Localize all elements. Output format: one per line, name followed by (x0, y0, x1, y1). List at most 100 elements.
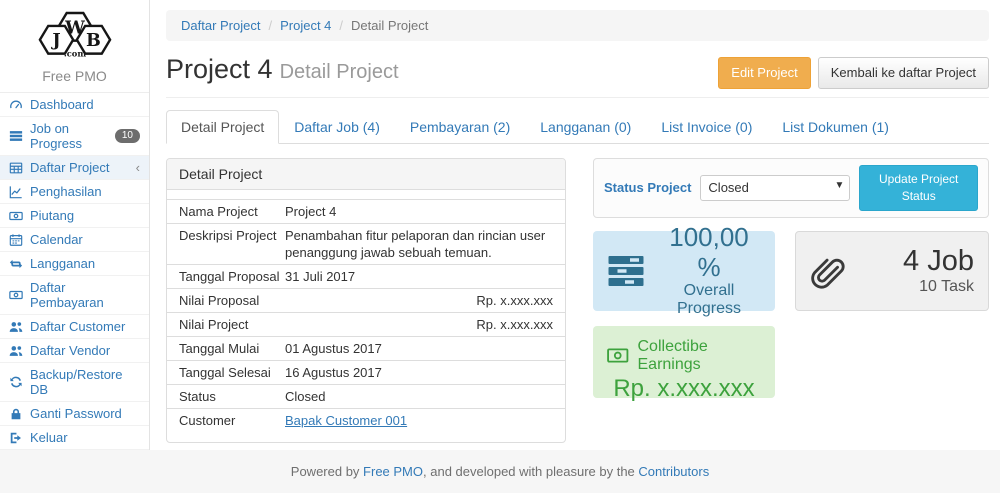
customer-link[interactable]: Bapak Customer 001 (285, 413, 407, 428)
status-select[interactable]: Closed (700, 175, 850, 201)
update-project-status-button[interactable]: Update Project Status (859, 165, 978, 211)
sidebar-item-piutang[interactable]: Piutang (0, 204, 149, 228)
sidebar-item-label: Keluar (30, 430, 68, 445)
svg-text:.com: .com (63, 48, 85, 58)
tab-list-dokumen-1[interactable]: List Dokumen (1) (767, 110, 904, 144)
sidebar-item-label: Backup/Restore DB (30, 367, 140, 397)
detail-label: Nilai Proposal (179, 292, 285, 309)
detail-value: 01 Agustus 2017 (285, 340, 553, 357)
sidebar-item-label: Dashboard (30, 97, 94, 112)
retweet-icon (9, 257, 23, 271)
right-column: Status Project Closed ▼ Update Project S… (593, 158, 989, 443)
count-badge: 10 (115, 129, 140, 143)
sidebar-item-label: Ganti Password (30, 406, 122, 421)
footer: Powered by Free PMO, and developed with … (0, 450, 1000, 493)
page-title: Project 4 (166, 54, 273, 84)
free-pmo-link[interactable]: Free PMO (363, 464, 423, 479)
earnings-label: Collectibe Earnings (638, 338, 762, 374)
progress-label: Overall Progress (656, 282, 762, 318)
collectible-earnings-card: Collectibe Earnings Rp. x.xxx.xxx (593, 326, 775, 398)
breadcrumb-current: Detail Project (351, 18, 428, 33)
money-icon (607, 347, 629, 364)
detail-label: Nilai Project (179, 316, 285, 333)
sidebar-item-label: Daftar Pembayaran (30, 280, 140, 310)
detail-value: Bapak Customer 001 (285, 412, 553, 429)
tab-pembayaran-2[interactable]: Pembayaran (2) (395, 110, 525, 144)
money-icon (9, 209, 23, 223)
detail-row-deskripsi-project: Deskripsi ProjectPenambahan fitur pelapo… (167, 223, 565, 264)
detail-panel-title: Detail Project (167, 159, 565, 190)
sidebar-item-dashboard[interactable]: Dashboard (0, 93, 149, 117)
tasks-icon (606, 251, 646, 291)
detail-row-tanggal-proposal: Tanggal Proposal31 Juli 2017 (167, 264, 565, 288)
sidebar-item-job-on-progress[interactable]: Job on Progress 10 (0, 117, 149, 156)
breadcrumb: Daftar Project Project 4 Detail Project (166, 10, 989, 41)
brand-name: Free PMO (0, 68, 149, 84)
tab-list-invoice-0[interactable]: List Invoice (0) (646, 110, 767, 144)
users-icon (9, 320, 23, 334)
sidebar-item-label: Calendar (30, 232, 83, 247)
svg-text:W: W (64, 18, 85, 38)
content-row: Detail Project Nama ProjectProject 4Desk… (166, 158, 989, 443)
sidebar-item-label: Daftar Vendor (30, 343, 110, 358)
sidebar-item-daftar-customer[interactable]: Daftar Customer (0, 315, 149, 339)
back-to-list-button[interactable]: Kembali ke daftar Project (818, 57, 989, 89)
calendar-icon (9, 233, 23, 247)
detail-row-status: StatusClosed (167, 384, 565, 408)
money-icon (9, 288, 23, 302)
tasks-count: 10 Task (858, 278, 974, 296)
detail-value: Penambahan fitur pelaporan dan rincian u… (285, 227, 553, 261)
detail-value: 31 Juli 2017 (285, 268, 553, 285)
sidebar: W J B .com Free PMO Dashboard Job on Prog… (0, 0, 150, 450)
sidebar-item-langganan[interactable]: Langganan (0, 252, 149, 276)
sidebar-item-label: Daftar Customer (30, 319, 125, 334)
detail-row-nama-project: Nama ProjectProject 4 (167, 199, 565, 223)
app-wrapper: W J B .com Free PMO Dashboard Job on Prog… (0, 0, 1000, 450)
detail-table: Nama ProjectProject 4Deskripsi ProjectPe… (167, 190, 565, 442)
detail-label: Tanggal Mulai (179, 340, 285, 357)
status-panel: Status Project Closed ▼ Update Project S… (593, 158, 989, 218)
sidebar-item-daftar-vendor[interactable]: Daftar Vendor (0, 339, 149, 363)
sidebar-item-daftar-project[interactable]: Daftar Project‹ (0, 156, 149, 180)
breadcrumb-link-daftar-project[interactable]: Daftar Project (181, 18, 260, 33)
tasks-icon (9, 129, 23, 143)
edit-project-button[interactable]: Edit Project (718, 57, 810, 89)
detail-label: Deskripsi Project (179, 227, 285, 261)
sidebar-item-keluar[interactable]: Keluar (0, 426, 149, 450)
page-subtitle: Detail Project (280, 61, 399, 83)
detail-row-nilai-project: Nilai ProjectRp. x.xxx.xxx (167, 312, 565, 336)
detail-value: Rp. x.xxx.xxx (285, 292, 553, 309)
status-select-wrap: Closed ▼ (700, 175, 850, 201)
chevron-left-icon: ‹ (136, 161, 140, 174)
tab-daftar-job-4[interactable]: Daftar Job (4) (279, 110, 395, 144)
detail-project-panel: Detail Project Nama ProjectProject 4Desk… (166, 158, 566, 443)
footer-text: Powered by (291, 464, 363, 479)
sidebar-item-ganti-password[interactable]: Ganti Password (0, 402, 149, 426)
detail-label: Nama Project (179, 203, 285, 220)
detail-label: Customer (179, 412, 285, 429)
sidebar-item-penghasilan[interactable]: Penghasilan (0, 180, 149, 204)
sidebar-item-label: Job on Progress (30, 121, 108, 151)
paperclip-icon (810, 252, 848, 290)
detail-row-nilai-proposal: Nilai ProposalRp. x.xxx.xxx (167, 288, 565, 312)
contributors-link[interactable]: Contributors (638, 464, 709, 479)
jwb-logo: W J B .com (27, 8, 123, 66)
header-actions: Edit Project Kembali ke daftar Project (718, 57, 989, 89)
sidebar-item-calendar[interactable]: Calendar (0, 228, 149, 252)
tab-detail-project[interactable]: Detail Project (166, 110, 279, 144)
tabs: Detail ProjectDaftar Job (4)Pembayaran (… (166, 110, 989, 144)
overall-progress-card: 100,00 % Overall Progress (593, 231, 775, 311)
detail-label: Tanggal Proposal (179, 268, 285, 285)
lock-icon (9, 407, 23, 421)
breadcrumb-link-project-4[interactable]: Project 4 (280, 18, 331, 33)
sidebar-item-backup-restore-db[interactable]: Backup/Restore DB (0, 363, 149, 402)
svg-text:J: J (50, 31, 60, 51)
sidebar-item-label: Piutang (30, 208, 74, 223)
sidebar-item-label: Langganan (30, 256, 95, 271)
tab-langganan-0[interactable]: Langganan (0) (525, 110, 646, 144)
jobs-card: 4 Job 10 Task (795, 231, 989, 311)
users-icon (9, 344, 23, 358)
sign-out-icon (9, 431, 23, 445)
earnings-value: Rp. x.xxx.xxx (607, 375, 761, 403)
sidebar-item-daftar-pembayaran[interactable]: Daftar Pembayaran (0, 276, 149, 315)
